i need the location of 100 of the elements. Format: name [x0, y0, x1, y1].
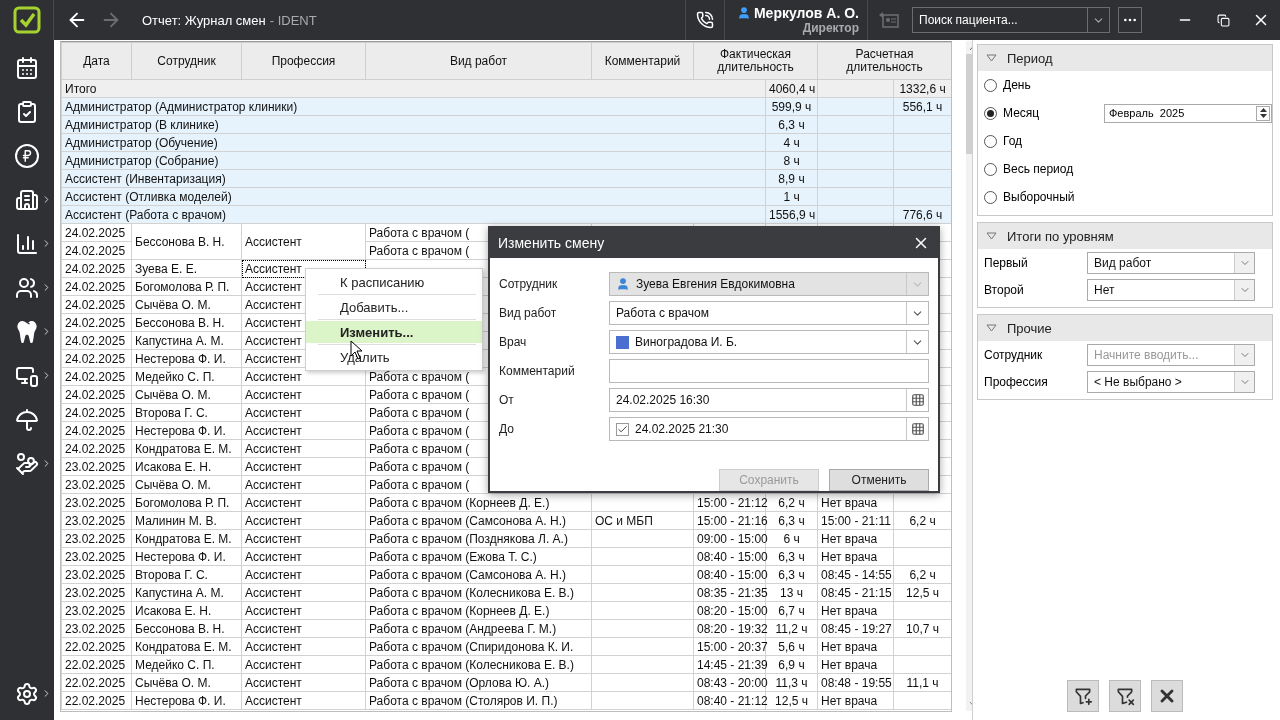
umbrella-icon [15, 408, 39, 432]
table-cell: Нет врача [817, 547, 894, 566]
clear-filter-button[interactable] [1109, 680, 1141, 712]
filter-plus-icon[interactable] [1073, 686, 1093, 706]
column-header[interactable]: Комментарий [591, 42, 694, 80]
collapse-triangle-icon[interactable] [986, 54, 997, 62]
radio-label: Год [1003, 134, 1024, 148]
table-cell: Второва Г. С. [131, 565, 242, 584]
table-cell: 15:00 - 21:11 [817, 511, 894, 530]
table-cell: Ассистент [241, 223, 366, 260]
phone-icon[interactable] [695, 11, 714, 29]
table-cell: 08:40 - 21:12 [693, 691, 766, 710]
month-spinner-field[interactable]: Февраль 2025 [1104, 103, 1272, 123]
table-cell: Работа с врачом (Ежова Т. С.) [365, 547, 592, 566]
table-cell: 23.02.2025 [61, 493, 132, 512]
table-cell: Сычёва О. М. [131, 475, 242, 494]
table-cell: 14:45 - 21:39 [693, 655, 766, 674]
radio-button[interactable] [984, 134, 997, 148]
table-cell: 24.02.2025 [61, 277, 132, 296]
table-cell: 24.02.2025 [61, 259, 132, 278]
filter-select[interactable]: Нет [1087, 278, 1255, 301]
clipboard-check-icon [15, 100, 39, 124]
ruble-coin-icon [15, 144, 39, 168]
table-cell: 24.02.2025 [61, 403, 132, 422]
field-value: Виноградова И. Б. [635, 335, 738, 349]
form-field[interactable]: Работа с врачом [609, 301, 929, 325]
table-cell: Работа с врачом (Столяров И. П.) [365, 691, 592, 710]
restore-icon[interactable] [1216, 13, 1230, 27]
calendar-icon [15, 56, 39, 80]
group-label: Итого [61, 79, 766, 98]
table-cell: 6,3 ч [765, 115, 818, 134]
radio-button[interactable] [984, 162, 997, 176]
table-cell: 23.02.2025 [61, 619, 132, 638]
table-cell: Кондратова Е. М. [131, 529, 242, 548]
calendar-grid-icon[interactable] [910, 422, 925, 436]
field-label: Комментарий [499, 364, 576, 378]
table-cell: 08:20 - 19:32 [693, 619, 766, 638]
table-cell: Нестерова Ф. И. [131, 547, 242, 566]
table-cell: 24.02.2025 [61, 241, 132, 260]
column-header[interactable]: Сотрудник [131, 42, 242, 80]
group-label: Администратор (Собрание) [61, 151, 766, 170]
spin-up-icon[interactable] [1259, 107, 1267, 112]
table-cell: 09:00 - 15:00 [693, 529, 766, 548]
table-cell: Ассистент [241, 493, 366, 512]
table-cell: Ассистент [241, 655, 366, 674]
table-cell: Работа с врачом (Позднякова Л. А.) [365, 529, 592, 548]
table-cell: Бессонова В. Н. [131, 223, 242, 260]
table-cell: Сычёва О. М. [131, 295, 242, 314]
section-title: Итоги по уровням [1007, 228, 1114, 244]
collapse-triangle-icon[interactable] [986, 324, 997, 332]
table-cell: 23.02.2025 [61, 511, 132, 530]
menu-item[interactable]: Изменить... [306, 321, 482, 343]
calendar-grid-icon[interactable] [910, 393, 925, 407]
table-cell: Ассистент [241, 511, 366, 530]
settings-icon[interactable] [15, 682, 39, 706]
collapse-triangle-icon[interactable] [986, 232, 997, 240]
reset-button[interactable] [1151, 680, 1183, 712]
table-cell: Ассистент [241, 601, 366, 620]
app-name: - IDENT [269, 12, 317, 28]
table-cell: Ассистент [241, 529, 366, 548]
form-field[interactable]: 24.02.2025 21:30 [609, 417, 929, 441]
radio-button[interactable] [984, 190, 997, 204]
table-cell: Ассистент [241, 475, 366, 494]
form-field[interactable] [609, 359, 929, 383]
table-cell: 08:20 - 15:00 [693, 601, 766, 620]
table-cell: 599,9 ч [765, 97, 818, 116]
radio-button[interactable] [984, 106, 997, 120]
filter-select[interactable]: < Не выбрано > [1087, 370, 1255, 393]
checkbox[interactable] [616, 422, 629, 436]
table-cell: Капустина А. М. [131, 331, 242, 350]
user-role: Директор [802, 21, 859, 35]
more-button[interactable] [1118, 7, 1142, 33]
column-header[interactable]: Вид работ [365, 42, 592, 80]
table-cell: Сычёва О. М. [131, 385, 242, 404]
form-field[interactable]: Виноградова И. Б. [609, 330, 929, 354]
table-cell: Ассистент [241, 673, 366, 692]
patient-search-field[interactable]: Поиск пациента... [912, 7, 1110, 33]
contact-card-icon[interactable] [878, 10, 900, 30]
group-label: Администратор (Администратор клиники) [61, 97, 766, 116]
form-field[interactable]: 24.02.2025 16:30 [609, 388, 929, 412]
table-cell: 08:48 - 19:55 [817, 673, 894, 692]
phone-settings-button[interactable] [684, 0, 725, 40]
building-icon [15, 188, 39, 212]
logo-icon[interactable] [12, 6, 41, 34]
filter-label: Профессия [984, 374, 1049, 389]
bar-chart-icon [15, 232, 39, 256]
filter-x-icon[interactable] [1115, 686, 1135, 706]
add-filter-button[interactable] [1067, 680, 1099, 712]
column-header[interactable]: Фактическая длительность [693, 42, 818, 80]
radio-button[interactable] [984, 78, 997, 92]
table-cell: 23.02.2025 [61, 547, 132, 566]
dialog-button[interactable]: Отменить [829, 469, 929, 491]
column-header[interactable]: Расчетная длительность [817, 42, 951, 80]
table-cell: 22.02.2025 [61, 673, 132, 692]
filter-select[interactable]: Вид работ [1087, 251, 1255, 274]
column-header[interactable]: Профессия [241, 42, 366, 80]
spin-down-icon[interactable] [1259, 114, 1267, 119]
table-cell: ОС и МБП [591, 511, 694, 530]
column-header[interactable]: Дата [61, 42, 132, 80]
section-title: Период [1007, 50, 1053, 66]
